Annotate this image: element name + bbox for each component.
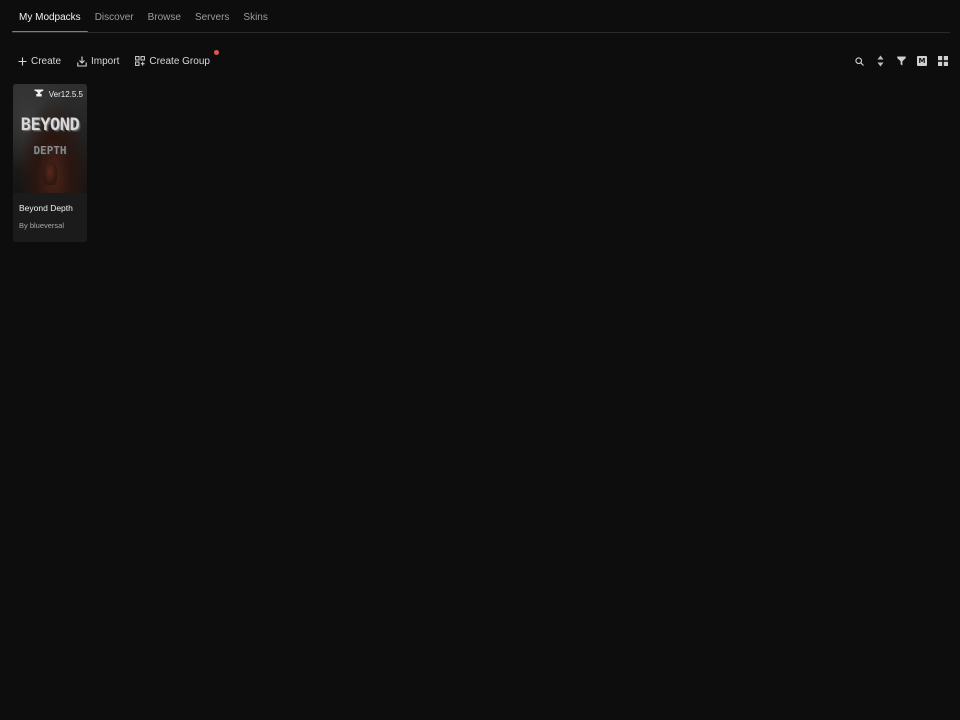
create-group-button[interactable]: Create Group	[135, 49, 219, 67]
import-icon	[77, 56, 87, 67]
filter-icon[interactable]	[896, 55, 906, 67]
m-badge-icon[interactable]: M	[917, 55, 927, 67]
grid-view-icon[interactable]	[938, 55, 948, 67]
create-button-label: Create	[31, 55, 62, 67]
plus-icon	[18, 57, 27, 66]
tab-bar: My Modpacks Discover Browse Servers Skin…	[0, 0, 960, 33]
import-button-label: Import	[91, 55, 120, 67]
modpack-author: By blueversal	[19, 221, 65, 230]
tab-browse[interactable]: Browse	[141, 0, 188, 33]
tab-discover[interactable]: Discover	[88, 0, 141, 33]
sort-icon[interactable]	[875, 55, 885, 67]
modpack-version: Ver12.5.5	[48, 89, 83, 99]
modpack-card[interactable]: BEYOND DEPTH Ver12.5.5 Beyond Depth By b…	[13, 84, 87, 242]
create-group-icon	[135, 56, 146, 66]
modpack-version-row: Ver12.5.5	[34, 89, 83, 99]
tabs: My Modpacks Discover Browse Servers Skin…	[12, 0, 275, 33]
create-button[interactable]: Create	[18, 56, 61, 67]
modpack-artwork: BEYOND DEPTH Ver12.5.5	[13, 84, 87, 193]
artwork-figure	[43, 163, 57, 185]
search-icon[interactable]	[854, 55, 864, 67]
import-button[interactable]: Import	[77, 56, 119, 67]
anvil-icon	[34, 89, 44, 99]
tab-my-modpacks[interactable]: My Modpacks	[12, 0, 88, 33]
tab-bar-divider	[12, 32, 950, 33]
tab-skins[interactable]: Skins	[236, 0, 274, 33]
modpack-logo-subtitle: DEPTH	[33, 144, 67, 157]
notification-dot	[213, 49, 219, 55]
tab-servers[interactable]: Servers	[188, 0, 236, 33]
app-window: My Modpacks Discover Browse Servers Skin…	[0, 0, 960, 720]
create-group-button-label: Create Group	[149, 55, 210, 67]
view-controls: M	[854, 55, 948, 67]
modpack-logo-title: BEYOND	[20, 115, 80, 135]
toolbar: Create Import Create Group	[18, 49, 219, 72]
modpack-name: Beyond Depth	[19, 203, 73, 213]
